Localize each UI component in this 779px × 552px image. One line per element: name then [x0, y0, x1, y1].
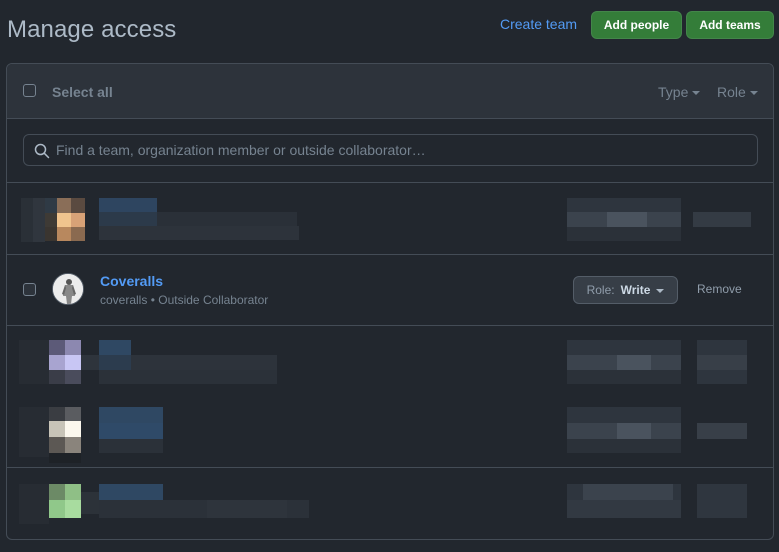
list-item-redacted — [7, 184, 773, 255]
avatar[interactable] — [52, 273, 84, 305]
page-title: Manage access — [7, 16, 177, 43]
bullet-separator: • — [150, 293, 155, 307]
role-value: Write — [620, 283, 651, 297]
list-item-member: Coveralls coveralls • Outside Collaborat… — [7, 255, 773, 326]
member-name-link[interactable]: Coveralls — [100, 273, 163, 289]
list-item-redacted — [7, 468, 773, 539]
add-people-button[interactable]: Add people — [591, 11, 682, 39]
chevron-down-icon — [692, 91, 701, 95]
role-filter-label: Role — [717, 84, 746, 100]
type-filter-dropdown[interactable]: Type — [658, 84, 701, 100]
role-filter-dropdown[interactable]: Role — [717, 84, 758, 100]
member-checkbox[interactable] — [23, 283, 36, 296]
list-toolbar: Select all Type Role — [7, 64, 773, 119]
add-teams-button[interactable]: Add teams — [686, 11, 774, 39]
role-dropdown-button[interactable]: Role: Write — [573, 276, 678, 304]
chevron-down-icon — [656, 289, 665, 293]
list-item-redacted — [7, 397, 773, 468]
search-bar: Find a team, organization member or outs… — [7, 120, 773, 183]
create-team-link[interactable]: Create team — [500, 16, 577, 32]
access-list: Select all Type Role Find a team, organi… — [6, 63, 774, 540]
search-icon — [34, 143, 50, 159]
select-all-checkbox[interactable] — [23, 84, 36, 97]
member-details: coveralls • Outside Collaborator — [100, 293, 268, 307]
select-all-label: Select all — [52, 84, 113, 100]
search-input[interactable]: Find a team, organization member or outs… — [23, 134, 758, 166]
list-item-redacted — [7, 326, 773, 397]
member-kind: Outside Collaborator — [158, 293, 269, 307]
member-username: coveralls — [100, 293, 148, 307]
chevron-down-icon — [749, 91, 758, 95]
page-header: Manage access Create team Add people Add… — [0, 0, 779, 56]
type-filter-label: Type — [658, 84, 689, 100]
coveralls-avatar-icon — [53, 274, 83, 304]
role-prefix: Role: — [586, 283, 615, 297]
remove-button[interactable]: Remove — [697, 282, 742, 296]
search-placeholder: Find a team, organization member or outs… — [56, 142, 426, 158]
